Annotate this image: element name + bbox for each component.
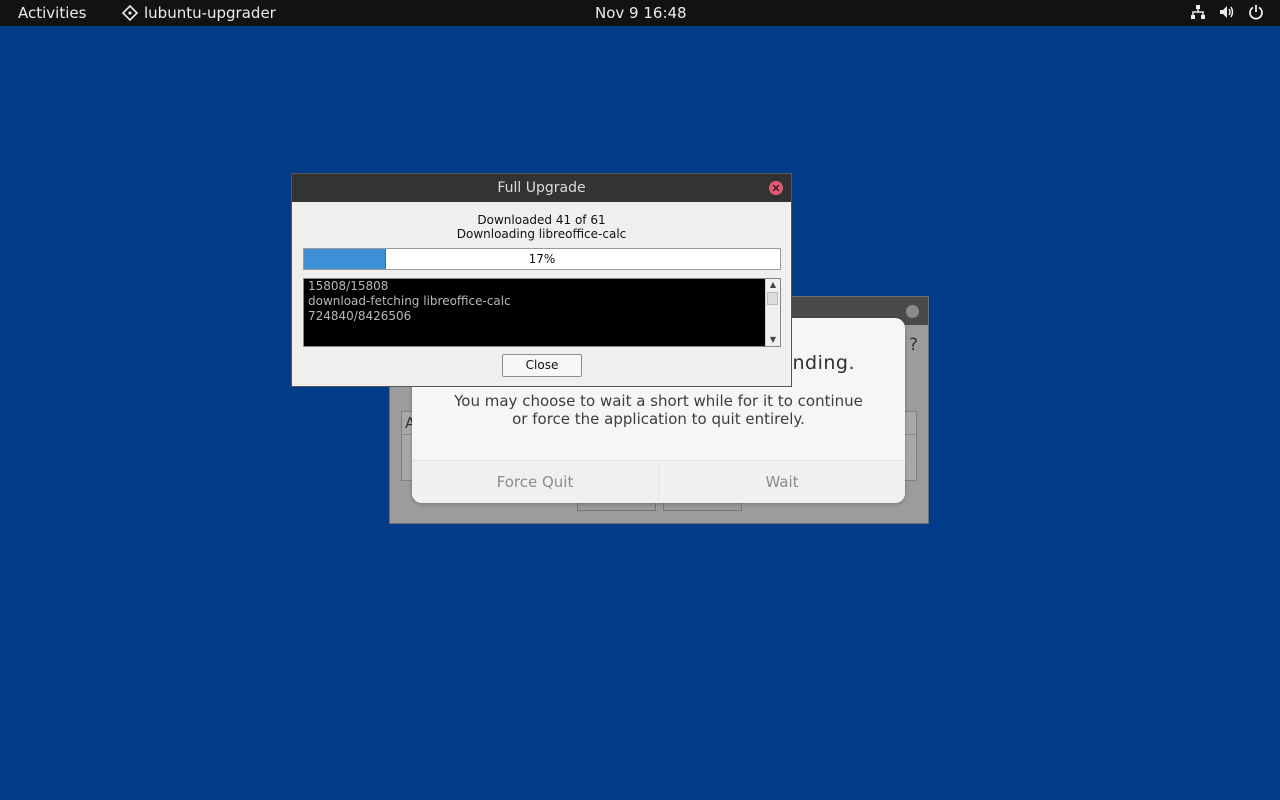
- background-window-close-icon: [906, 305, 919, 318]
- power-icon[interactable]: [1248, 4, 1264, 20]
- scroll-up-icon[interactable]: ▲: [766, 279, 780, 291]
- not-responding-body-line2: or force the application to quit entirel…: [512, 410, 805, 428]
- downloading-package-text: Downloading libreoffice-calc: [456, 227, 627, 241]
- scrollbar-thumb[interactable]: [767, 292, 778, 305]
- download-count-text: Downloaded 41 of 61: [477, 213, 606, 227]
- not-responding-body: You may choose to wait a short while for…: [412, 392, 905, 428]
- log-lines: 15808/15808 download-fetching libreoffice…: [308, 279, 511, 324]
- not-responding-heading: nding.: [792, 352, 855, 374]
- full-upgrade-titlebar[interactable]: Full Upgrade: [292, 174, 791, 202]
- full-upgrade-dialog: Full Upgrade Downloaded 41 of 61 Downloa…: [291, 173, 792, 387]
- activities-button[interactable]: Activities: [18, 4, 86, 22]
- window-close-icon[interactable]: [769, 181, 783, 195]
- progress-percent-label: 17%: [528, 252, 556, 266]
- volume-icon[interactable]: [1218, 4, 1236, 20]
- scroll-down-icon[interactable]: ▼: [766, 334, 780, 346]
- not-responding-body-line1: You may choose to wait a short while for…: [454, 392, 863, 410]
- top-bar: Activities lubuntu-upgrader Nov 9 16:48: [0, 0, 1280, 26]
- force-quit-button[interactable]: Force Quit: [412, 461, 659, 503]
- not-responding-buttons: Force Quit Wait: [412, 460, 905, 503]
- close-button[interactable]: Close: [502, 354, 582, 377]
- download-status: Downloaded 41 of 61 Downloading libreoff…: [292, 213, 791, 241]
- network-icon[interactable]: [1190, 4, 1206, 20]
- wait-button[interactable]: Wait: [659, 461, 905, 503]
- app-menu[interactable]: lubuntu-upgrader: [122, 4, 276, 22]
- log-line: download-fetching libreoffice-calc: [308, 294, 511, 308]
- app-diamond-icon: [122, 5, 138, 21]
- log-line: 724840/8426506: [308, 309, 412, 323]
- download-log[interactable]: 15808/15808 download-fetching libreoffice…: [303, 278, 781, 347]
- log-scrollbar[interactable]: ▲ ▼: [765, 279, 780, 346]
- app-name: lubuntu-upgrader: [144, 4, 276, 22]
- clock[interactable]: Nov 9 16:48: [595, 4, 687, 22]
- log-line: 15808/15808: [308, 279, 389, 293]
- full-upgrade-title: Full Upgrade: [497, 180, 586, 196]
- system-tray[interactable]: [1190, 4, 1264, 20]
- download-progress-bar: 17%: [303, 248, 781, 270]
- background-question-text: ?: [908, 335, 918, 355]
